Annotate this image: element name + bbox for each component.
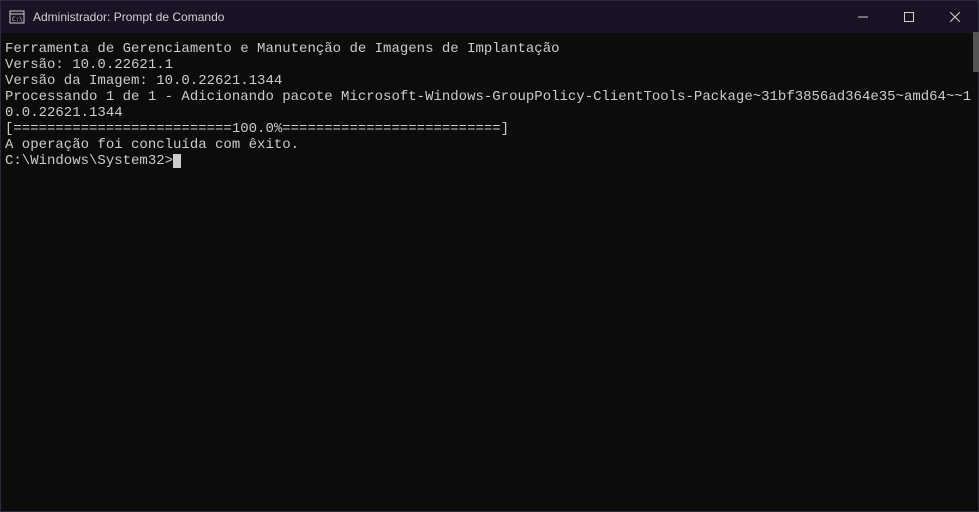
output-line: Processando 1 de 1 - Adicionando pacote … (5, 89, 974, 121)
progress-bar-line: [==========================100.0%=======… (5, 121, 974, 137)
scrollbar-thumb[interactable] (973, 32, 979, 72)
title-left: C:\ Administrador: Prompt de Comando (9, 9, 224, 25)
window-controls (840, 1, 978, 33)
output-line: Ferramenta de Gerenciamento e Manutenção… (5, 41, 974, 57)
window-title: Administrador: Prompt de Comando (33, 10, 224, 24)
terminal-output[interactable]: Ferramenta de Gerenciamento e Manutenção… (1, 33, 978, 511)
minimize-button[interactable] (840, 1, 886, 33)
prompt-line: C:\Windows\System32> (5, 153, 181, 169)
titlebar[interactable]: C:\ Administrador: Prompt de Comando (1, 1, 978, 33)
command-prompt-window: C:\ Administrador: Prompt de Comando (0, 0, 979, 512)
svg-text:C:\: C:\ (12, 16, 23, 23)
maximize-button[interactable] (886, 1, 932, 33)
cursor-icon (173, 154, 181, 168)
output-line: A operação foi concluída com êxito. (5, 137, 974, 153)
close-button[interactable] (932, 1, 978, 33)
output-line: Versão: 10.0.22621.1 (5, 57, 974, 73)
output-line: Versão da Imagem: 10.0.22621.1344 (5, 73, 974, 89)
prompt-text: C:\Windows\System32> (5, 153, 173, 169)
cmd-icon: C:\ (9, 9, 25, 25)
